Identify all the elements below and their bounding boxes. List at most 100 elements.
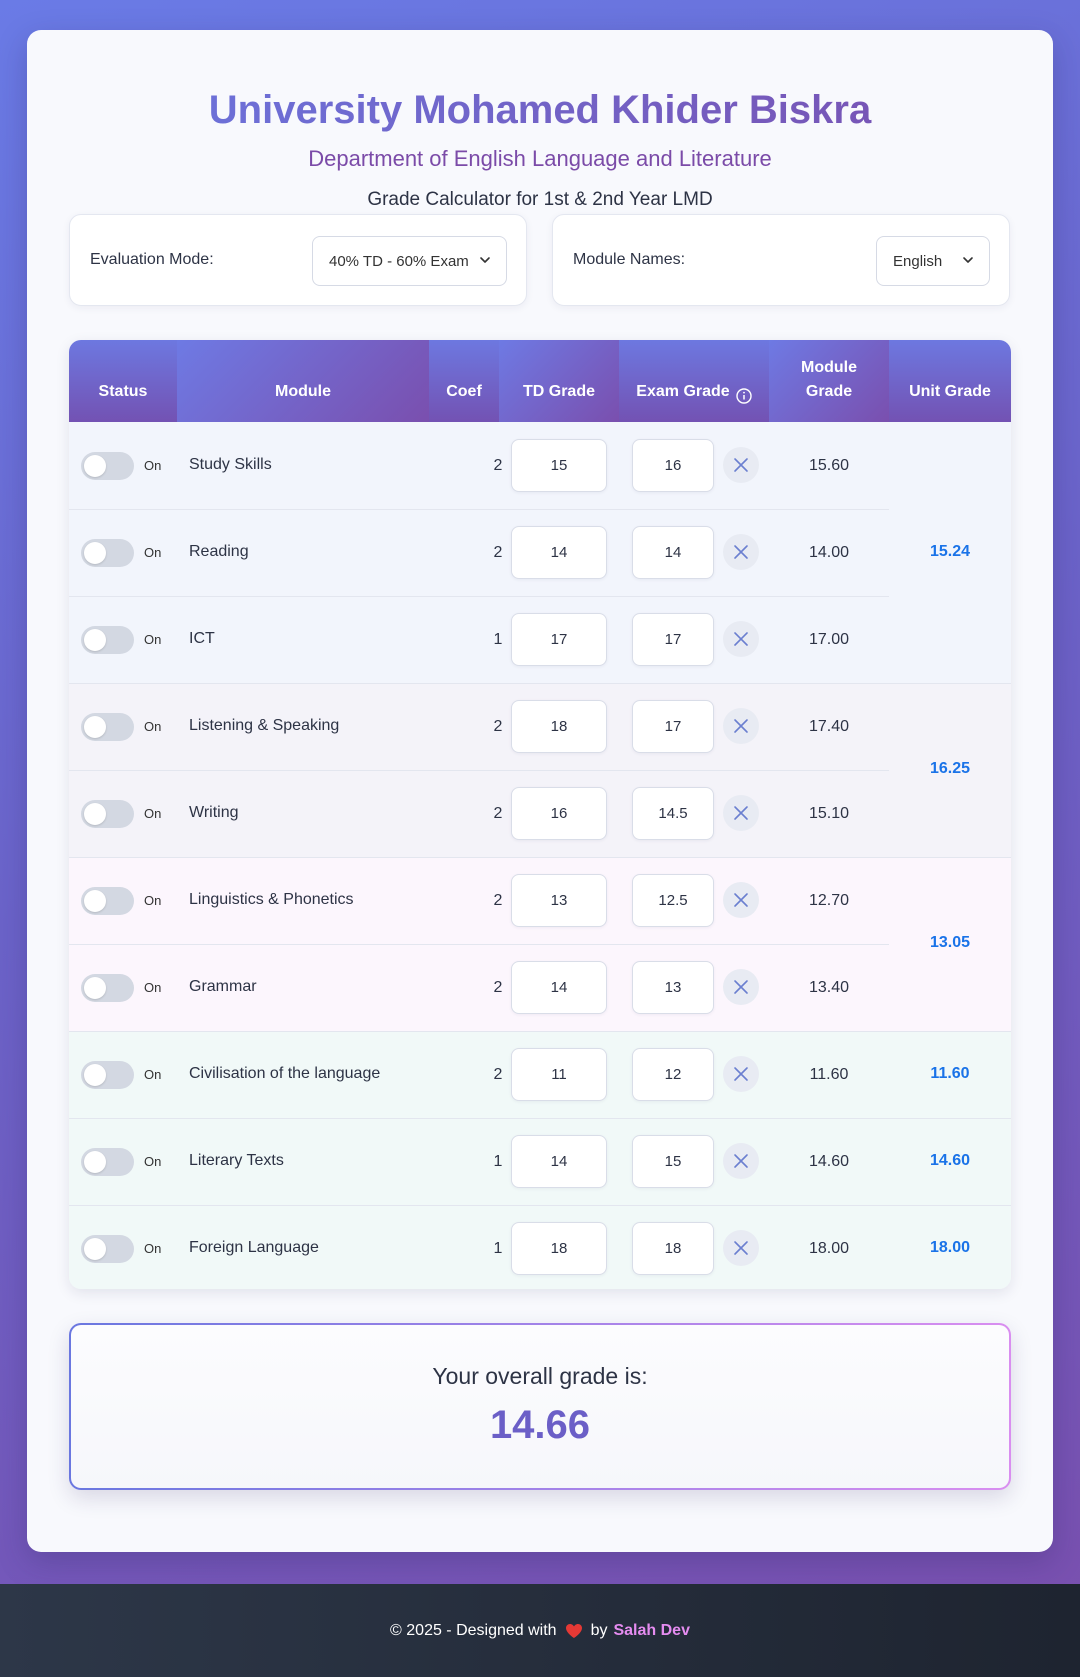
exam-grade-input[interactable]: 15 <box>632 1135 714 1188</box>
header-exam-grade-label: Exam Grade <box>636 383 730 400</box>
toggle-label: On <box>144 806 162 821</box>
close-icon <box>734 632 748 646</box>
status-toggle[interactable] <box>81 800 134 828</box>
close-icon <box>734 1154 748 1168</box>
heart-icon <box>565 1623 582 1638</box>
header-td-grade: TD Grade <box>499 340 619 422</box>
clear-button[interactable] <box>723 1056 759 1092</box>
table-row: On Linguistics & Phonetics 2 13 12.5 12.70 <box>69 857 1011 944</box>
td-grade-input[interactable]: 18 <box>511 1222 607 1275</box>
module-names-value: English <box>893 252 943 270</box>
toggle-knob <box>84 716 106 738</box>
table-row: On Listening & Speaking 2 18 17 17.40 <box>69 683 1011 770</box>
table-row: On Grammar 2 14 13 13.40 <box>69 944 1011 1031</box>
exam-grade-input[interactable]: 12 <box>632 1048 714 1101</box>
table-header: Status Module Coef TD Grade Exam Grade M… <box>69 340 1011 422</box>
clear-button[interactable] <box>723 708 759 744</box>
footer-copyright: © 2025 - Designed with <box>390 1621 557 1639</box>
td-grade-input[interactable]: 14 <box>511 526 607 579</box>
td-grade-input[interactable]: 15 <box>511 439 607 492</box>
td-grade-input[interactable]: 14 <box>511 961 607 1014</box>
status-toggle[interactable] <box>81 887 134 915</box>
evaluation-mode-label: Evaluation Mode: <box>90 251 214 268</box>
td-grade-input[interactable]: 13 <box>511 874 607 927</box>
status-toggle[interactable] <box>81 974 134 1002</box>
module-name: Listening & Speaking <box>189 717 340 734</box>
exam-grade-input[interactable]: 18 <box>632 1222 714 1275</box>
overall-grade-card: Your overall grade is: 14.66 <box>69 1323 1011 1490</box>
toggle-label: On <box>144 980 162 995</box>
exam-grade-input[interactable]: 14.5 <box>632 787 714 840</box>
clear-button[interactable] <box>723 1230 759 1266</box>
overall-grade-value: 14.66 <box>489 1403 591 1447</box>
table-row: On Literary Texts 1 14 15 14.60 <box>69 1118 1011 1205</box>
clear-button[interactable] <box>723 447 759 483</box>
module-grade: 12.70 <box>808 892 850 909</box>
header-coef: Coef <box>429 340 499 422</box>
toggle-label: On <box>144 893 162 908</box>
exam-grade-input[interactable]: 17 <box>632 613 714 666</box>
close-icon <box>734 458 748 472</box>
clear-button[interactable] <box>723 1143 759 1179</box>
info-icon[interactable] <box>735 388 752 404</box>
status-toggle[interactable] <box>81 1235 134 1263</box>
td-grade-input[interactable]: 14 <box>511 1135 607 1188</box>
exam-grade-input[interactable]: 14 <box>632 526 714 579</box>
department-subtitle: Department of English Language and Liter… <box>308 146 772 171</box>
toggle-label: On <box>144 1067 162 1082</box>
table-row: On Study Skills 2 15 16 15.60 <box>69 422 1011 509</box>
toggle-knob <box>84 455 106 477</box>
toggle-label: On <box>144 1154 162 1169</box>
status-toggle[interactable] <box>81 1061 134 1089</box>
td-grade-input[interactable]: 17 <box>511 613 607 666</box>
exam-grade-input[interactable]: 12.5 <box>632 874 714 927</box>
status-toggle[interactable] <box>81 539 134 567</box>
module-names-select[interactable]: English <box>876 236 990 286</box>
module-names-panel: Module Names: English <box>552 214 1010 306</box>
page-title: University Mohamed Khider Biskra <box>27 88 1053 133</box>
close-icon <box>734 980 748 994</box>
toggle-knob <box>84 1064 106 1086</box>
toggle-knob <box>84 890 106 912</box>
status-toggle[interactable] <box>81 452 134 480</box>
module-names-label: Module Names: <box>573 251 686 268</box>
footer: © 2025 - Designed with by Salah Dev <box>0 1584 1080 1677</box>
clear-button[interactable] <box>723 621 759 657</box>
td-grade-input[interactable]: 16 <box>511 787 607 840</box>
clear-button[interactable] <box>723 534 759 570</box>
clear-button[interactable] <box>723 882 759 918</box>
toggle-knob <box>84 1238 106 1260</box>
module-grade: 11.60 <box>809 1066 849 1083</box>
evaluation-mode-panel: Evaluation Mode: 40% TD - 60% Exam <box>69 214 527 306</box>
table-row: On Foreign Language 1 18 18 18.00 <box>69 1205 1011 1289</box>
table-row: On ICT 1 17 17 17.00 <box>69 596 1011 683</box>
toggle-knob <box>84 977 106 999</box>
clear-button[interactable] <box>723 795 759 831</box>
module-name: ICT <box>189 630 215 647</box>
exam-grade-input[interactable]: 16 <box>632 439 714 492</box>
td-grade-input[interactable]: 11 <box>511 1048 607 1101</box>
clear-button[interactable] <box>723 969 759 1005</box>
toggle-label: On <box>144 545 162 560</box>
module-grade: 17.00 <box>808 631 850 648</box>
close-icon <box>734 806 748 820</box>
toggle-label: On <box>144 458 162 473</box>
toggle-knob <box>84 542 106 564</box>
close-icon <box>734 893 748 907</box>
grades-table: Status Module Coef TD Grade Exam Grade M… <box>69 340 1011 1289</box>
evaluation-mode-select[interactable]: 40% TD - 60% Exam <box>312 236 507 286</box>
module-name: Linguistics & Phonetics <box>189 891 354 908</box>
exam-grade-input[interactable]: 13 <box>632 961 714 1014</box>
status-toggle[interactable] <box>81 713 134 741</box>
module-name: Grammar <box>189 978 257 995</box>
author-link[interactable]: Salah Dev <box>613 1622 689 1640</box>
header-module: Module <box>177 340 429 422</box>
toggle-knob <box>84 629 106 651</box>
module-grade: 15.60 <box>808 457 850 474</box>
status-toggle[interactable] <box>81 626 134 654</box>
status-toggle[interactable] <box>81 1148 134 1176</box>
table-row: On Reading 2 14 14 14.00 <box>69 509 1011 596</box>
exam-grade-input[interactable]: 17 <box>632 700 714 753</box>
td-grade-input[interactable]: 18 <box>511 700 607 753</box>
overall-grade-label: Your overall grade is: <box>432 1363 648 1389</box>
